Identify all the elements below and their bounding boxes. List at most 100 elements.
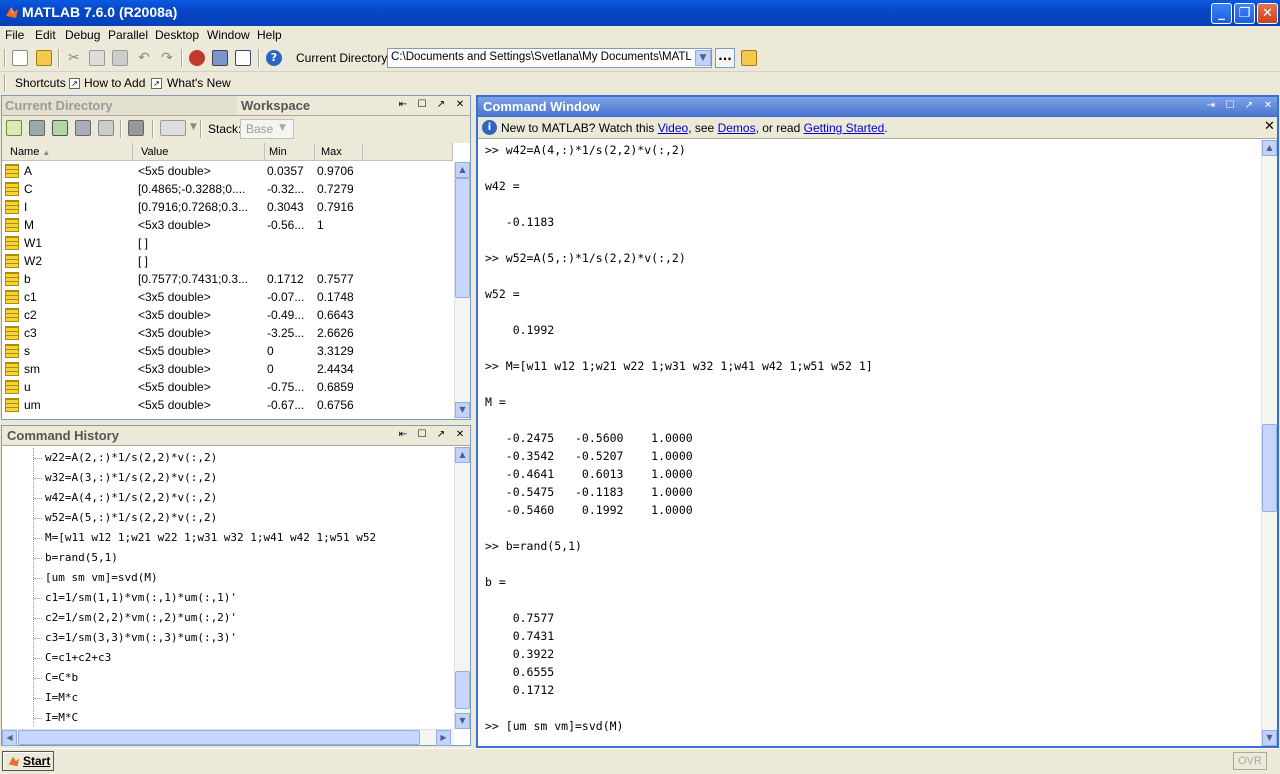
new-file-icon[interactable] (12, 50, 28, 66)
column-header-name[interactable]: Name ▲ (2, 143, 133, 161)
history-entry[interactable]: I=M*c (45, 691, 78, 704)
column-header-value[interactable]: Value (133, 143, 265, 161)
close-icon[interactable]: ✕ (454, 99, 466, 111)
column-header-min[interactable]: Min (265, 143, 315, 161)
history-entry[interactable]: w42=A(4,:)*1/s(2,2)*v(:,2) (45, 491, 217, 504)
dock-arrow-icon[interactable]: ↗ (1243, 100, 1255, 112)
scrollbar-thumb[interactable] (1262, 424, 1277, 512)
import-data-icon[interactable] (52, 120, 68, 136)
history-entry[interactable]: C=c1+c2+c3 (45, 651, 111, 664)
maximize-icon[interactable]: ☐ (416, 429, 428, 441)
menu-debug[interactable]: Debug (65, 28, 100, 42)
history-entry[interactable]: c1=1/sm(1,1)*vm(:,1)*um(:,1)' (45, 591, 237, 604)
undock-icon[interactable]: ⇤ (397, 99, 409, 111)
menu-parallel[interactable]: Parallel (108, 28, 148, 42)
title-bar[interactable]: MATLAB 7.6.0 (R2008a) _ ❐ ✕ (0, 0, 1280, 26)
workspace-variable-row[interactable]: W1 [ ] (3, 234, 453, 252)
undo-icon[interactable]: ↶ (136, 50, 152, 66)
workspace-variable-row[interactable]: u <5x5 double> -0.75... 0.6859 (3, 378, 453, 396)
help-icon[interactable]: ? (266, 50, 282, 66)
history-entry[interactable]: [um sm vm]=svd(M) (45, 571, 158, 584)
workspace-variable-row[interactable]: c2 <3x5 double> -0.49... 0.6643 (3, 306, 453, 324)
workspace-variable-row[interactable]: um <5x5 double> -0.67... 0.6756 (3, 396, 453, 414)
dock-arrow-icon[interactable]: ↗ (435, 429, 447, 441)
scrollbar-thumb[interactable] (18, 730, 420, 745)
tab-current-directory[interactable]: Current Directory (2, 96, 237, 115)
chevron-down-icon[interactable]: ▼ (695, 50, 711, 66)
copy-icon[interactable] (89, 50, 105, 66)
scroll-down-icon[interactable]: ▼ (1262, 730, 1277, 746)
profiler-icon[interactable] (235, 50, 251, 66)
menu-help[interactable]: Help (257, 28, 282, 42)
workspace-variable-row[interactable]: c1 <3x5 double> -0.07... 0.1748 (3, 288, 453, 306)
scroll-down-icon[interactable]: ▼ (455, 402, 470, 418)
workspace-variable-row[interactable]: W2 [ ] (3, 252, 453, 270)
workspace-variable-row[interactable]: M <5x3 double> -0.56... 1 (3, 216, 453, 234)
workspace-variable-row[interactable]: A <5x5 double> 0.0357 0.9706 (3, 162, 453, 180)
workspace-variable-row[interactable]: s <5x5 double> 0 3.3129 (3, 342, 453, 360)
scroll-right-icon[interactable]: ▶ (436, 730, 451, 746)
browse-button[interactable]: ... (715, 48, 735, 68)
workspace-variable-row[interactable]: b [0.7577;0.7431;0.3... 0.1712 0.7577 (3, 270, 453, 288)
open-variable-icon[interactable] (29, 120, 45, 136)
undock-icon[interactable]: ⇥ (1205, 100, 1217, 112)
current-directory-input[interactable]: C:\Documents and Settings\Svetlana\My Do… (387, 48, 712, 68)
scroll-left-icon[interactable]: ◀ (2, 730, 17, 746)
demos-link[interactable]: Demos (718, 121, 756, 135)
maximize-icon[interactable]: ☐ (416, 99, 428, 111)
open-folder-icon[interactable] (36, 50, 52, 66)
print-icon[interactable] (98, 120, 114, 136)
shortcuts-label[interactable]: Shortcuts (15, 76, 66, 90)
guide-icon[interactable] (212, 50, 228, 66)
minimize-button[interactable]: _ (1211, 3, 1232, 24)
delete-variable-icon[interactable] (128, 120, 144, 136)
maximize-button[interactable]: ❐ (1234, 3, 1255, 24)
dock-arrow-icon[interactable]: ↗ (435, 99, 447, 111)
video-link[interactable]: Video (658, 121, 688, 135)
whats-new-link[interactable]: What's New (167, 76, 231, 90)
close-icon[interactable]: ✕ (1264, 119, 1275, 134)
cut-icon[interactable]: ✂ (66, 50, 82, 66)
history-vertical-scrollbar[interactable]: ▲ ▼ (454, 447, 470, 729)
close-icon[interactable]: ✕ (454, 429, 466, 441)
getting-started-link[interactable]: Getting Started (804, 121, 885, 135)
new-variable-icon[interactable] (6, 120, 22, 136)
scrollbar-thumb[interactable] (455, 671, 470, 709)
history-entry[interactable]: C=C*b (45, 671, 78, 684)
scrollbar-thumb[interactable] (455, 178, 470, 298)
scroll-up-icon[interactable]: ▲ (455, 447, 470, 463)
close-icon[interactable]: ✕ (1262, 100, 1274, 112)
command-window-scrollbar[interactable]: ▲ ▼ (1261, 140, 1277, 746)
workspace-variable-row[interactable]: C [0.4865;-0.3288;0.... -0.32... 0.7279 (3, 180, 453, 198)
history-entry[interactable]: I=M*C (45, 711, 78, 724)
undock-icon[interactable]: ⇤ (397, 429, 409, 441)
paste-icon[interactable] (112, 50, 128, 66)
stack-select[interactable]: Base ▼ (240, 119, 294, 139)
menu-window[interactable]: Window (207, 28, 250, 42)
history-entry[interactable]: M=[w11 w12 1;w21 w22 1;w31 w32 1;w41 w42… (45, 531, 376, 544)
command-output[interactable]: >> w42=A(4,:)*1/s(2,2)*v(:,2) w42 = -0.11… (478, 140, 1260, 746)
simulink-icon[interactable] (189, 50, 205, 66)
history-entry[interactable]: b=rand(5,1) (45, 551, 118, 564)
workspace-scrollbar[interactable]: ▲ ▼ (454, 162, 470, 419)
history-entry[interactable]: c3=1/sm(3,3)*vm(:,3)*um(:,3)' (45, 631, 237, 644)
chevron-down-icon[interactable]: ▼ (190, 122, 197, 132)
start-button[interactable]: Start (2, 751, 54, 771)
history-entry[interactable]: c2=1/sm(2,2)*vm(:,2)*um(:,2)' (45, 611, 237, 624)
history-horizontal-scrollbar[interactable]: ◀ ▶ (2, 729, 454, 746)
workspace-variable-row[interactable]: sm <5x3 double> 0 2.4434 (3, 360, 453, 378)
menu-desktop[interactable]: Desktop (155, 28, 199, 42)
tab-workspace[interactable]: Workspace (238, 96, 388, 115)
how-to-add-link[interactable]: How to Add (84, 76, 145, 90)
workspace-variable-row[interactable]: I [0.7916;0.7268;0.3... 0.3043 0.7916 (3, 198, 453, 216)
scroll-down-icon[interactable]: ▼ (455, 713, 470, 729)
scroll-up-icon[interactable]: ▲ (455, 162, 470, 178)
history-entry[interactable]: w22=A(2,:)*1/s(2,2)*v(:,2) (45, 451, 217, 464)
history-entry[interactable]: w32=A(3,:)*1/s(2,2)*v(:,2) (45, 471, 217, 484)
workspace-variable-row[interactable]: c3 <3x5 double> -3.25... 2.6626 (3, 324, 453, 342)
up-folder-icon[interactable] (741, 50, 757, 66)
menu-edit[interactable]: Edit (35, 28, 56, 42)
plot-selector-icon[interactable] (160, 120, 186, 136)
redo-icon[interactable]: ↷ (159, 50, 175, 66)
save-workspace-icon[interactable] (75, 120, 91, 136)
